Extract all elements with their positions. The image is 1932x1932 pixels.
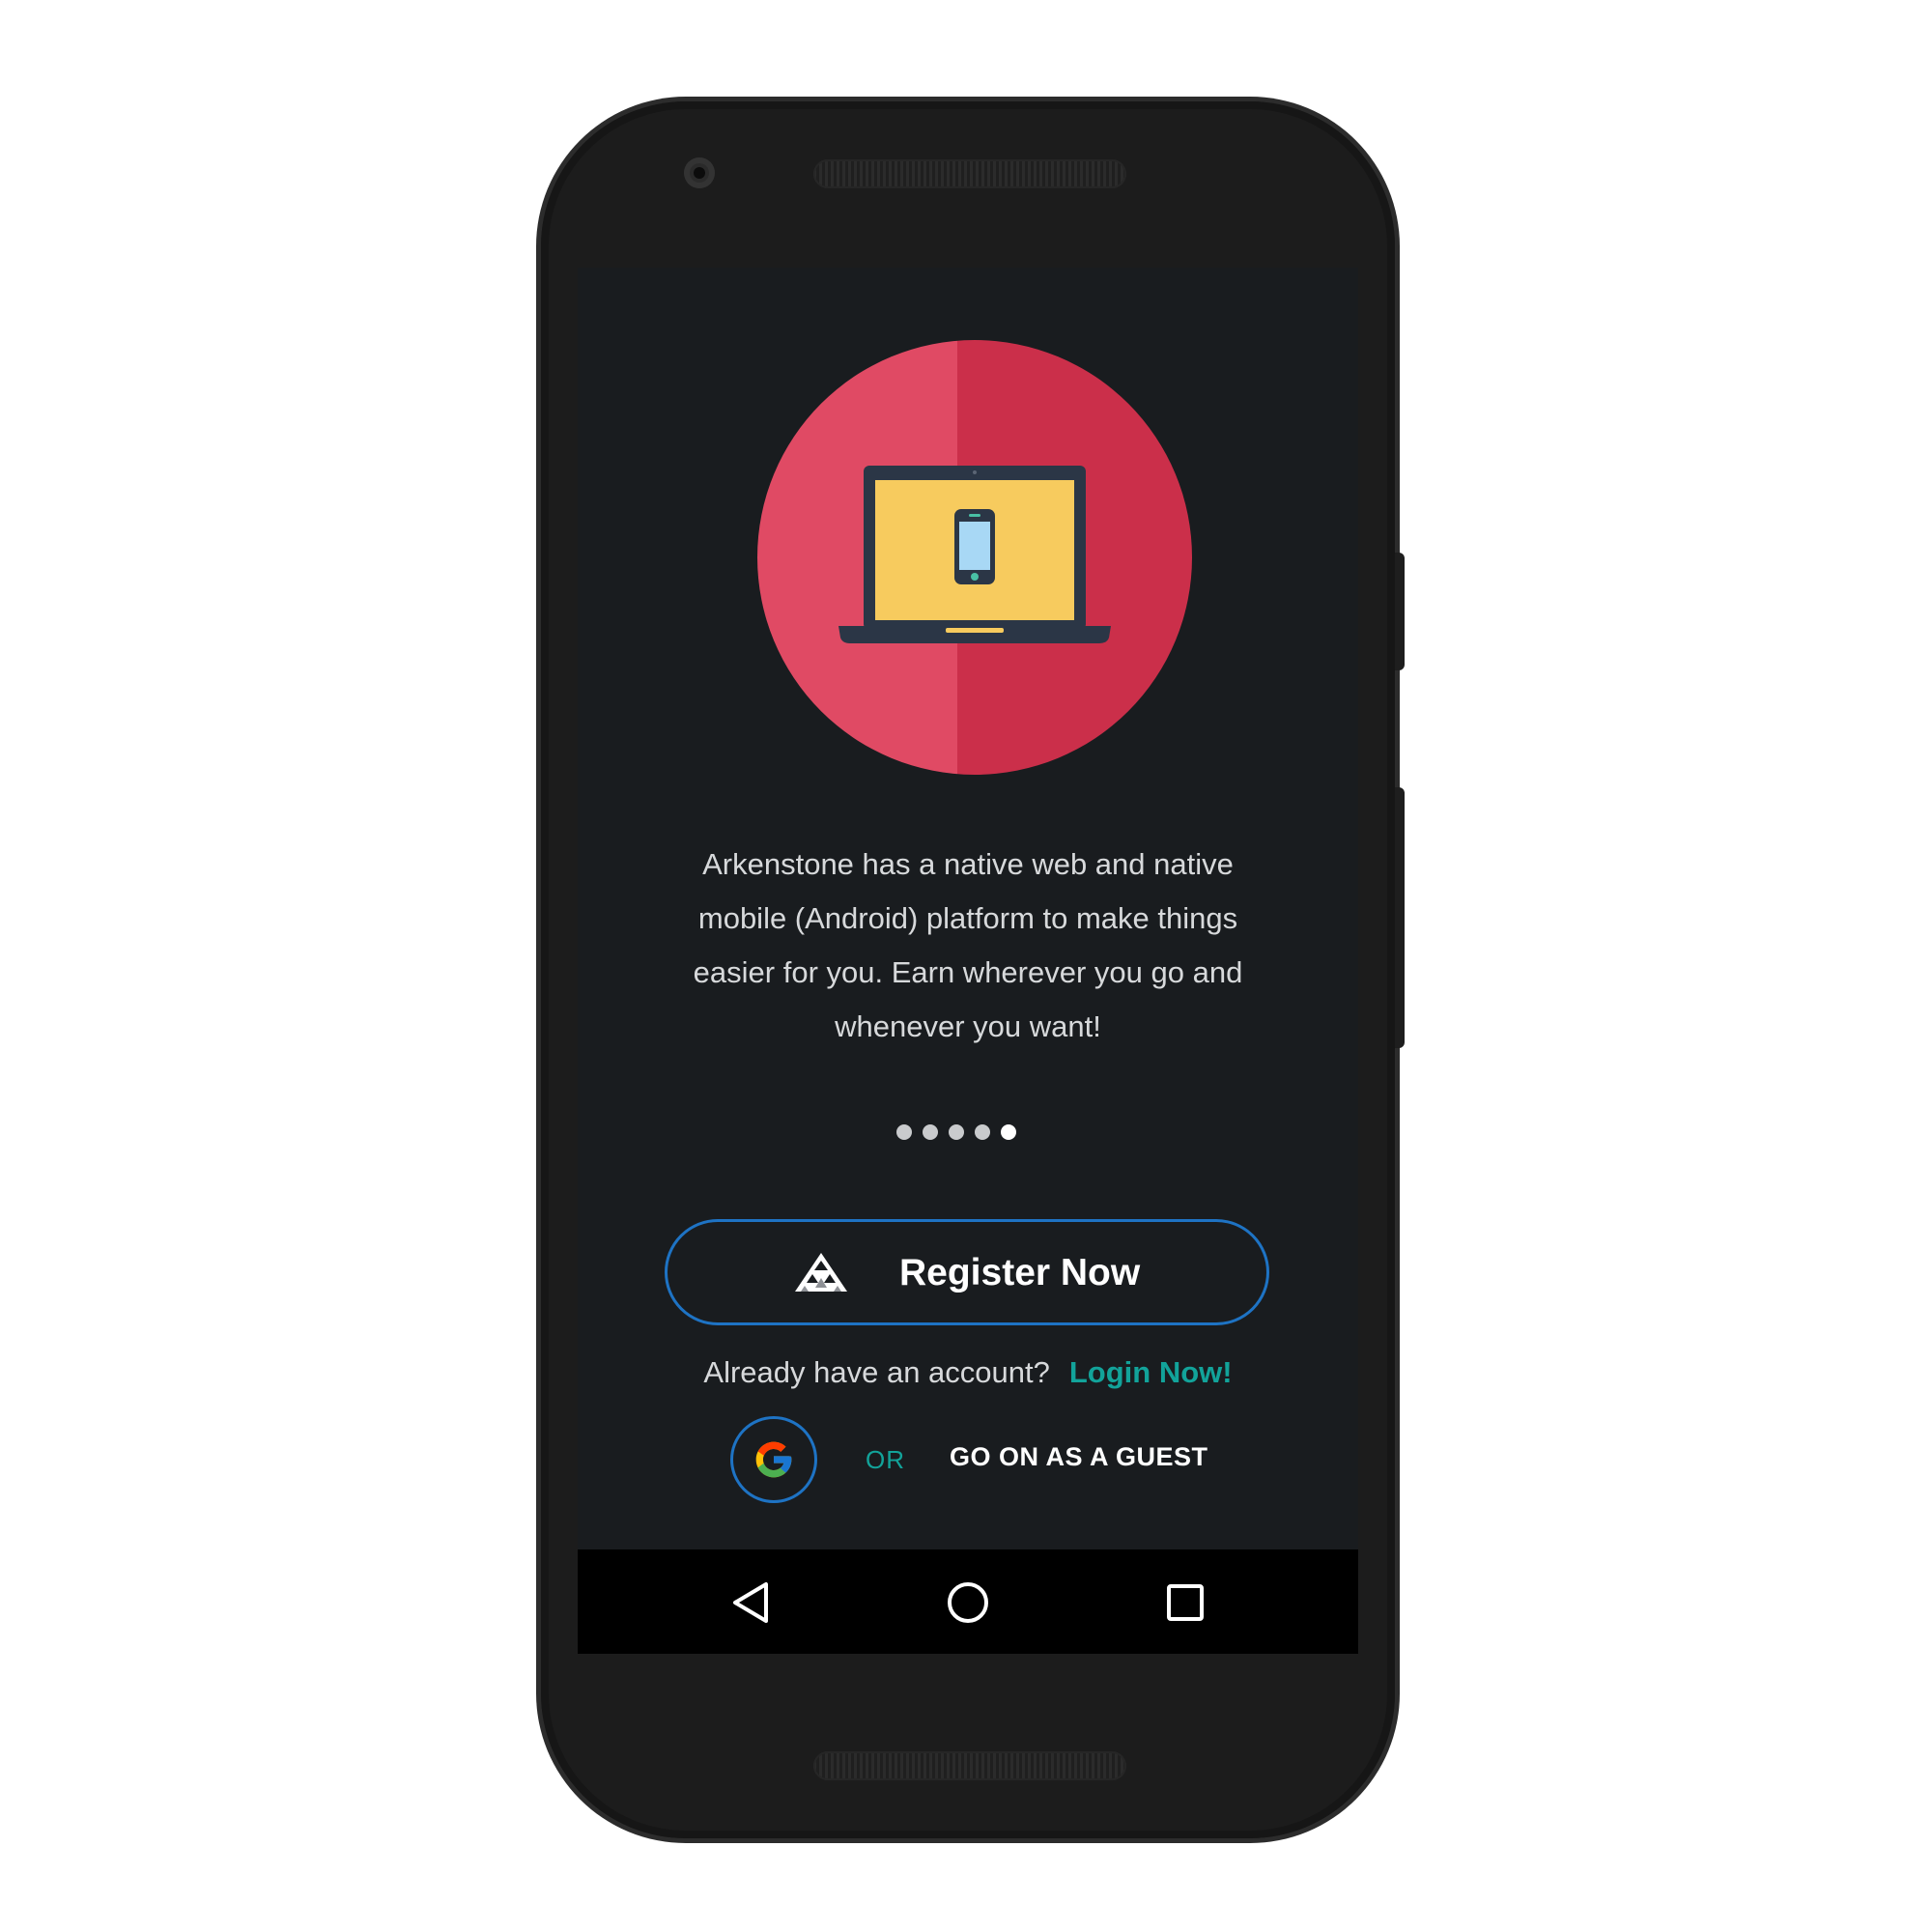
login-now-link[interactable]: Login Now!	[1069, 1355, 1233, 1389]
page-dot[interactable]	[923, 1124, 938, 1140]
page-indicator	[896, 1124, 1016, 1140]
android-navigation-bar	[578, 1549, 1358, 1654]
top-speaker-grille	[813, 159, 1126, 188]
register-now-button[interactable]: Register Now	[665, 1219, 1269, 1325]
front-camera	[684, 157, 715, 188]
home-circle-icon[interactable]	[944, 1578, 992, 1627]
hero-illustration	[757, 340, 1192, 775]
power-button	[1395, 553, 1405, 670]
bottom-speaker-grille	[813, 1751, 1126, 1780]
login-prompt-text: Already have an account?	[703, 1355, 1050, 1389]
laptop-with-phone-icon	[838, 466, 1111, 643]
page-dot-active[interactable]	[1001, 1124, 1016, 1140]
page-dot[interactable]	[975, 1124, 990, 1140]
arkenstone-mountain-logo-icon	[795, 1253, 847, 1292]
recents-square-icon[interactable]	[1161, 1578, 1209, 1627]
google-icon	[755, 1441, 792, 1478]
or-separator: OR	[866, 1445, 905, 1474]
onboarding-description: Arkenstone has a native web and native m…	[693, 847, 1243, 1043]
guest-button[interactable]: GO ON AS A GUEST	[950, 1439, 1208, 1474]
app-screen: Arkenstone has a native web and native m…	[578, 268, 1358, 1654]
back-triangle-icon[interactable]	[727, 1578, 776, 1627]
page-dot[interactable]	[896, 1124, 912, 1140]
volume-rocker	[1395, 787, 1405, 1048]
page-dot[interactable]	[949, 1124, 964, 1140]
register-now-label: Register Now	[899, 1252, 1141, 1293]
google-sign-in-button[interactable]	[730, 1416, 817, 1503]
login-prompt-row: Already have an account? Login Now!	[578, 1354, 1358, 1391]
